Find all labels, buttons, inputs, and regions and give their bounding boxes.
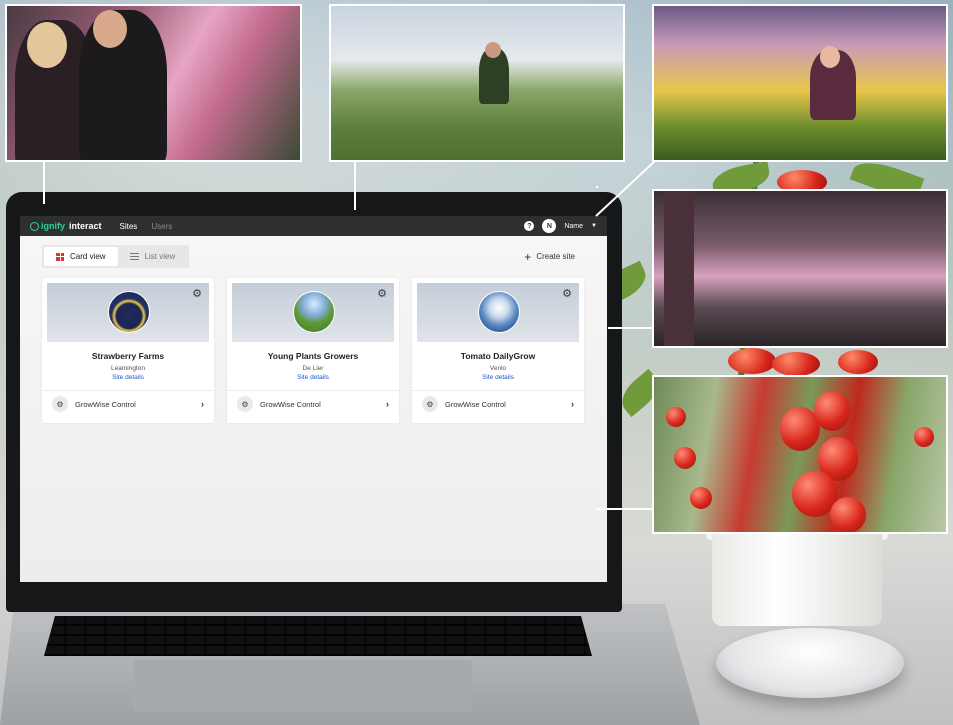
site-image	[478, 291, 520, 333]
callout-connector	[595, 161, 655, 217]
logo-product-text: interact	[69, 221, 102, 231]
signify-logo-icon	[30, 221, 39, 231]
site-card[interactable]: ⚙ Strawberry Farms Leamington Site detai…	[42, 278, 214, 423]
site-title: Young Plants Growers	[267, 351, 359, 361]
app-name: GrowWise Control	[445, 399, 506, 409]
site-location: Leamington	[111, 365, 145, 372]
tomato	[728, 348, 776, 374]
user-name[interactable]: Name	[564, 223, 583, 230]
card-banner: ⚙	[232, 283, 394, 342]
app-row[interactable]: ⚙ GrowWise Control ›	[52, 396, 204, 412]
person	[93, 10, 127, 48]
logo-brand-text: ignify	[41, 221, 65, 231]
help-icon[interactable]: ?	[524, 221, 535, 231]
callout-connector	[608, 327, 652, 329]
view-toggle: Card view List view	[42, 245, 190, 268]
site-card[interactable]: ⚙ Young Plants Growers De Lier Site deta…	[227, 278, 399, 423]
callout-connector	[596, 508, 652, 510]
app-icon: ⚙	[52, 396, 68, 412]
site-details-link[interactable]: Site details	[412, 374, 584, 381]
tomato	[814, 391, 850, 431]
site-title: Tomato DailyGrow	[460, 351, 536, 361]
farm-column	[664, 191, 694, 346]
chevron-right-icon[interactable]: ›	[386, 399, 389, 409]
app-icon: ⚙	[237, 396, 253, 412]
person	[820, 46, 840, 68]
create-site-button[interactable]: + Create site	[524, 251, 575, 263]
app-row[interactable]: ⚙ GrowWise Control ›	[422, 396, 574, 412]
laptop-screen: ignify interact Sites Users ? N Name ▼ C…	[20, 216, 607, 582]
nav-item-users[interactable]: Users	[151, 222, 172, 231]
main-nav: Sites Users	[120, 222, 173, 231]
list-icon	[129, 253, 139, 260]
card-divider	[227, 390, 399, 391]
create-site-label: Create site	[536, 252, 575, 261]
top-navigation-bar: ignify interact Sites Users ? N Name ▼	[20, 216, 607, 236]
tomato	[830, 497, 866, 532]
laptop-trackpad	[134, 660, 472, 712]
callout-connector-line	[595, 161, 655, 217]
chevron-right-icon[interactable]: ›	[571, 399, 574, 409]
gear-icon[interactable]: ⚙	[377, 289, 387, 300]
view-toolbar: Card view List view + Create site	[42, 245, 585, 268]
main-content: Card view List view + Create site ⚙ Stra…	[20, 236, 607, 582]
site-title: Strawberry Farms	[91, 351, 165, 361]
card-banner: ⚙	[47, 283, 209, 342]
tomato-photo	[652, 375, 948, 534]
plant-pot	[712, 534, 882, 626]
tomato	[690, 487, 712, 509]
app-logo[interactable]: ignify interact	[30, 221, 102, 231]
site-image	[108, 291, 150, 333]
site-location: Venlo	[489, 365, 507, 372]
tomato	[772, 352, 820, 376]
greenhouse-photo	[329, 4, 625, 162]
site-cards: ⚙ Strawberry Farms Leamington Site detai…	[42, 278, 585, 423]
user-area: ? N Name ▼	[524, 219, 597, 233]
greenhouse-photo	[652, 4, 948, 162]
site-location: De Lier	[302, 365, 324, 372]
tomato	[914, 427, 934, 447]
person	[485, 42, 501, 58]
laptop-keyboard	[44, 616, 592, 656]
plus-icon: +	[524, 249, 532, 264]
callout-connector	[43, 162, 45, 204]
gear-icon[interactable]: ⚙	[562, 289, 572, 300]
card-view-button[interactable]: Card view	[44, 247, 118, 266]
site-details-link[interactable]: Site details	[42, 374, 214, 381]
caret-down-icon[interactable]: ▼	[591, 223, 597, 229]
card-banner: ⚙	[417, 283, 579, 342]
site-image	[293, 291, 335, 333]
site-card[interactable]: ⚙ Tomato DailyGrow Venlo Site details ⚙ …	[412, 278, 584, 423]
person	[27, 22, 67, 68]
app-name: GrowWise Control	[260, 399, 321, 409]
site-details-link[interactable]: Site details	[227, 374, 399, 381]
grid-icon	[56, 252, 64, 261]
avatar[interactable]: N	[542, 219, 557, 233]
card-divider	[412, 390, 584, 391]
vertical-farm-photo	[652, 189, 948, 348]
gear-icon[interactable]: ⚙	[192, 289, 202, 300]
computer-mouse	[716, 628, 904, 698]
list-view-label: List view	[144, 252, 176, 261]
app-name: GrowWise Control	[75, 399, 136, 409]
tomato	[838, 350, 878, 374]
list-view-button[interactable]: List view	[118, 247, 188, 266]
app-row[interactable]: ⚙ GrowWise Control ›	[237, 396, 389, 412]
nav-item-sites[interactable]: Sites	[120, 222, 138, 231]
card-view-label: Card view	[70, 252, 106, 261]
callout-connector	[354, 162, 356, 210]
tomato	[674, 447, 696, 469]
greenhouse-photo	[5, 4, 302, 162]
app-icon: ⚙	[422, 396, 438, 412]
chevron-right-icon[interactable]: ›	[201, 399, 204, 409]
tomato	[666, 407, 686, 427]
card-divider	[42, 390, 214, 391]
